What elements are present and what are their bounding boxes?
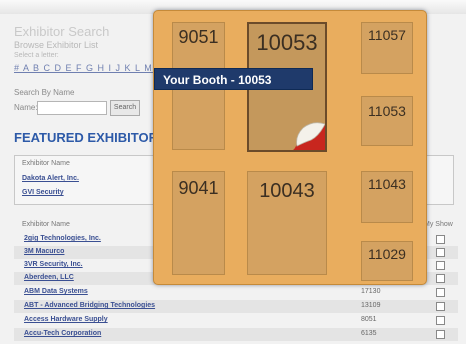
my-show-checkbox[interactable] xyxy=(436,330,445,339)
booth-11029[interactable]: 11029 xyxy=(361,241,413,281)
booth-10043[interactable]: 10043 xyxy=(247,171,327,275)
my-show-checkbox[interactable] xyxy=(436,248,445,257)
my-show-checkbox[interactable] xyxy=(436,316,445,325)
search-by-name-heading: Search By Name xyxy=(14,88,75,97)
exhibitor-link[interactable]: 3VR Security, Inc. xyxy=(24,261,83,268)
booth-label: 11043 xyxy=(368,176,406,192)
featured-exhibitor-link[interactable]: Dakota Alert, Inc. xyxy=(22,175,79,182)
booth-label: 11057 xyxy=(368,27,406,43)
my-show-checkbox[interactable] xyxy=(436,288,445,297)
booth-label: 9041 xyxy=(178,178,219,198)
exhibitor-name-column-header: Exhibitor Name xyxy=(22,221,70,228)
featured-exhibitor-link[interactable]: GVI Security xyxy=(22,189,64,196)
booth-number: 6135 xyxy=(361,330,377,337)
booth-11053[interactable]: 11053 xyxy=(361,96,413,146)
table-row: ABM Data Systems 17130 xyxy=(14,286,458,299)
booth-9041[interactable]: 9041 xyxy=(172,171,225,275)
table-row: Accu-Tech Corporation 6135 xyxy=(14,328,458,341)
floorplan-popup: 9051 10053 11057 11053 9041 10043 11043 … xyxy=(153,10,427,285)
my-show-checkbox[interactable] xyxy=(436,235,445,244)
section-title: Exhibitor Search xyxy=(14,24,110,39)
exhibitor-link[interactable]: 3M Macurco xyxy=(24,248,64,255)
booth-11057[interactable]: 11057 xyxy=(361,22,413,74)
booth-label: 10053 xyxy=(256,30,318,55)
your-booth-tooltip: Your Booth - 10053 xyxy=(154,68,313,90)
exhibitor-link[interactable]: ABT - Advanced Bridging Technologies xyxy=(24,302,155,309)
name-label: Name: xyxy=(14,103,38,112)
page-curl-icon xyxy=(293,122,325,150)
name-search-input[interactable] xyxy=(37,101,107,115)
exhibitor-link[interactable]: Access Hardware Supply xyxy=(24,316,108,323)
exhibitor-link[interactable]: Aberdeen, LLC xyxy=(24,274,74,281)
exhibitor-link[interactable]: ABM Data Systems xyxy=(24,288,88,295)
search-button[interactable]: Search xyxy=(110,100,140,116)
my-show-column-header: My Show xyxy=(424,221,453,228)
booth-11043[interactable]: 11043 xyxy=(361,171,413,223)
my-show-checkbox[interactable] xyxy=(436,274,445,283)
booth-number: 17130 xyxy=(361,288,381,295)
table-row: ABT - Advanced Bridging Technologies 131… xyxy=(14,300,458,313)
booth-label: 11053 xyxy=(368,103,406,119)
exhibitor-link[interactable]: Accu-Tech Corporation xyxy=(24,330,101,337)
featured-column-header: Exhibitor Name xyxy=(22,160,70,167)
booth-number: 8051 xyxy=(361,316,377,323)
booth-label: 9051 xyxy=(178,27,219,47)
my-show-checkbox[interactable] xyxy=(436,302,445,311)
my-show-checkbox[interactable] xyxy=(436,261,445,270)
featured-exhibitors-heading: FEATURED EXHIBITORS xyxy=(14,130,167,145)
booth-label: 11029 xyxy=(368,246,406,262)
booth-number: 13109 xyxy=(361,302,381,309)
exhibitor-link[interactable]: 2gig Technologies, Inc. xyxy=(24,235,101,242)
booth-label: 10043 xyxy=(259,180,315,202)
browse-label: Browse Exhibitor List xyxy=(14,40,99,50)
table-row: Access Hardware Supply 8051 xyxy=(14,314,458,327)
select-letter-label: Select a letter: xyxy=(14,52,59,59)
